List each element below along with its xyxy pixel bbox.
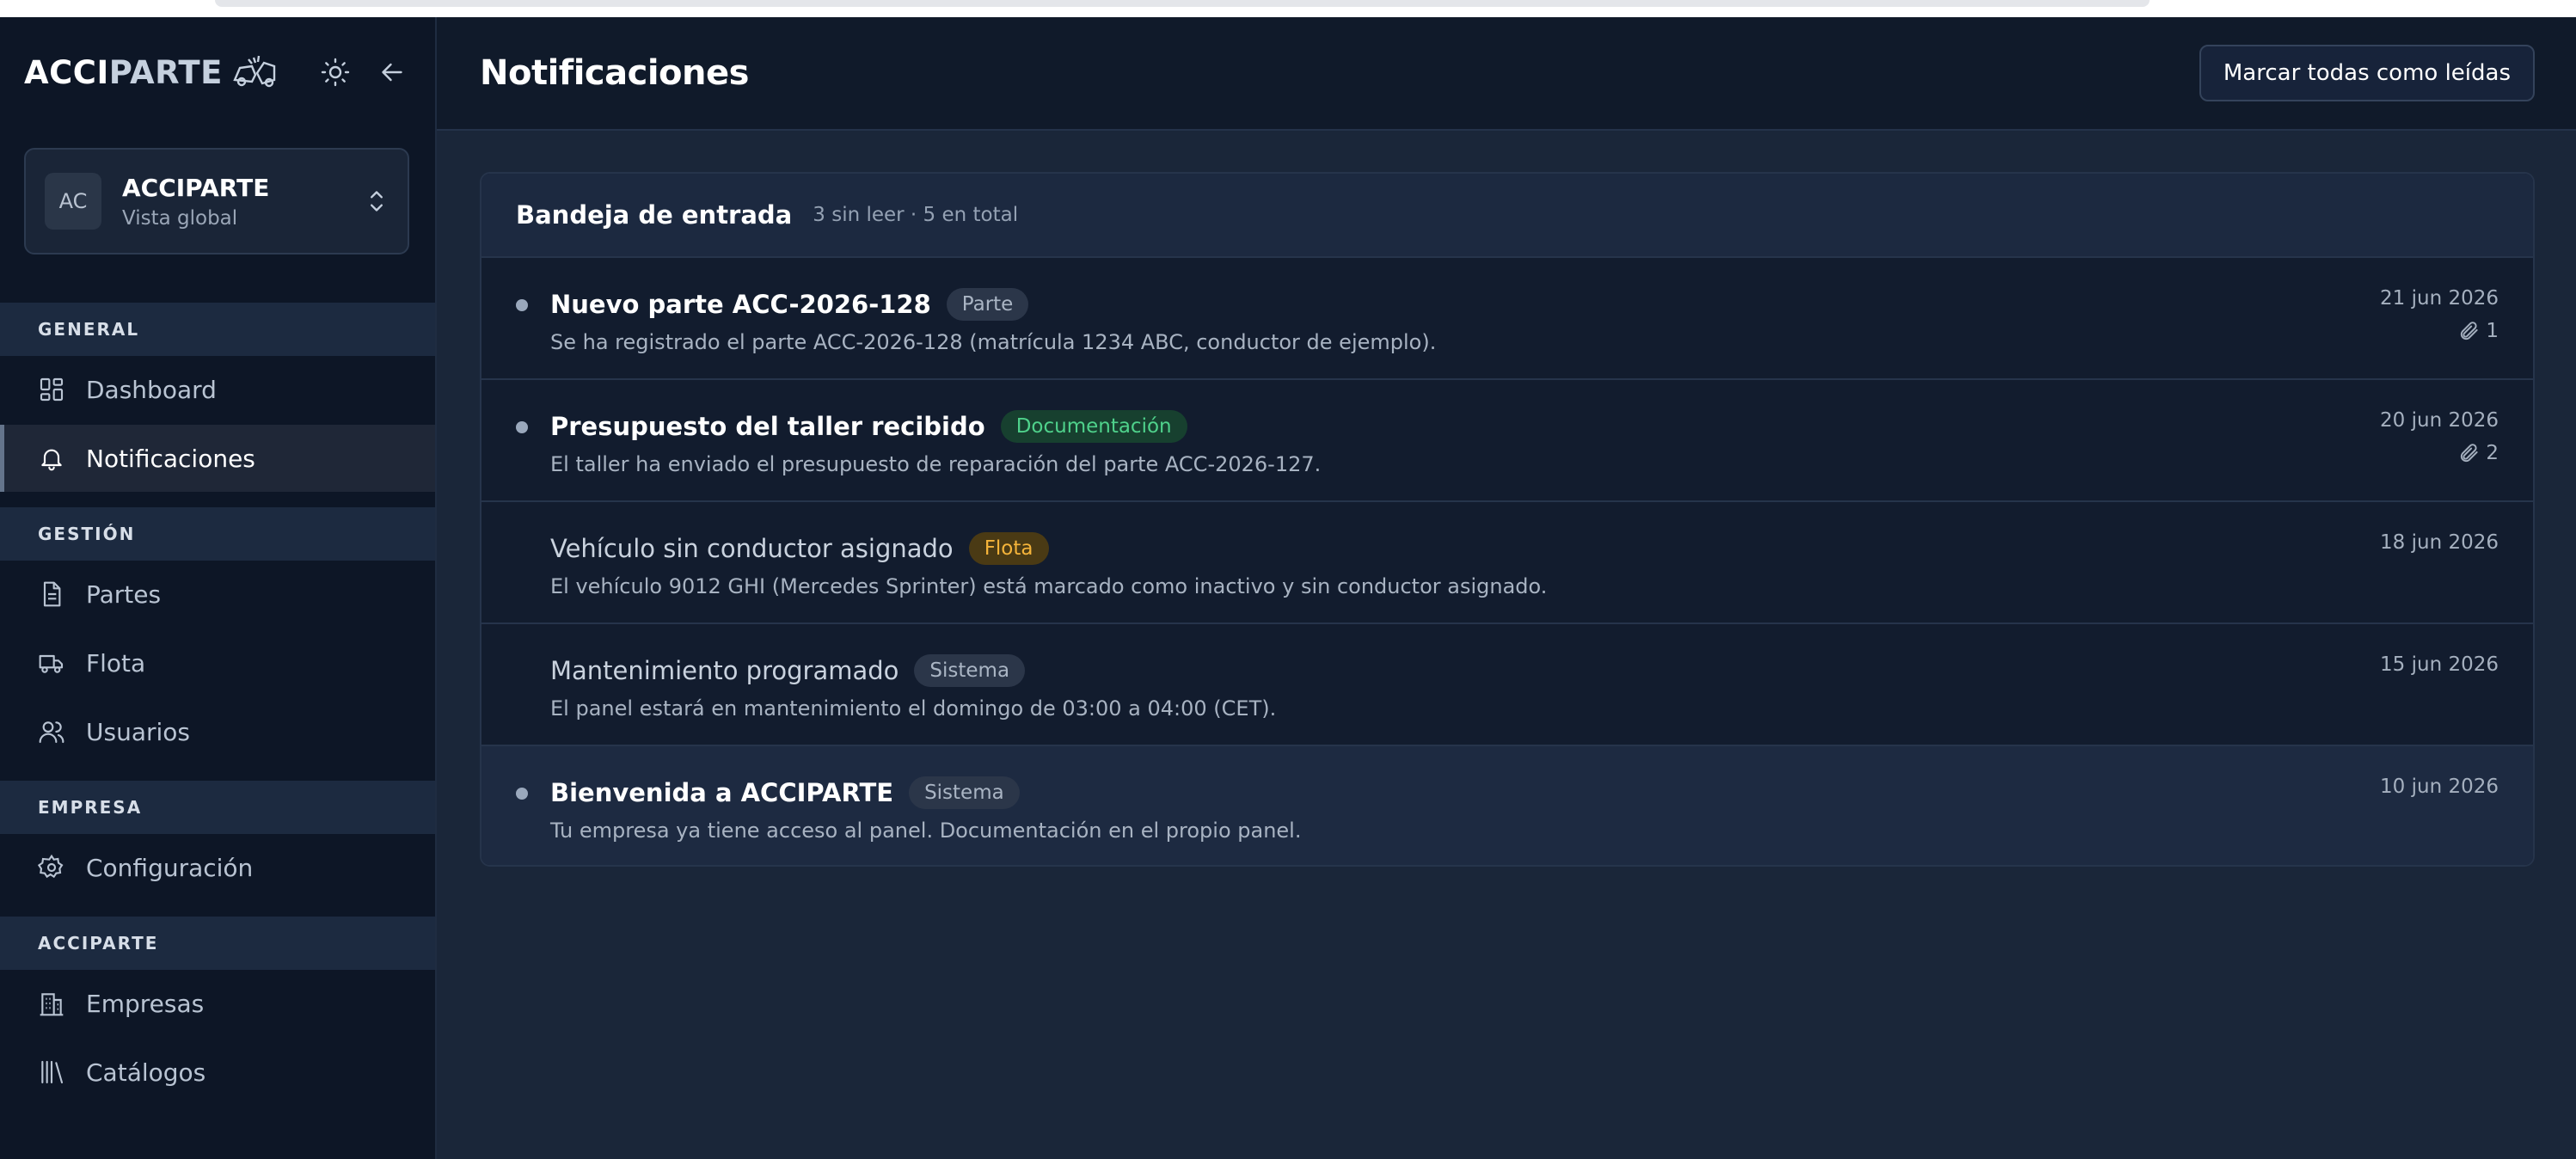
notification-description: El panel estará en mantenimiento el domi… [550,696,1277,721]
section-label-acciparte: ACCIPARTE [0,917,435,970]
notification-description: Tu empresa ya tiene acceso al panel. Doc… [550,819,1302,843]
truck-icon [39,654,64,673]
org-info: ACCIPARTE Vista global [122,174,365,230]
building-icon [40,993,64,1016]
main-content: Notificaciones Marcar todas como leídas … [437,17,2576,1159]
notification-title: Mantenimiento programado [550,656,899,685]
browser-address-strip [215,0,2150,7]
unread-dot [516,788,528,800]
brand-logo[interactable]: ACCI PARTE [24,54,278,91]
notification-item[interactable]: Mantenimiento programado Sistema El pane… [481,624,2533,746]
car-crash-icon [233,55,276,88]
sidebar-item-configuracion[interactable]: Configuración [0,834,435,901]
unread-dot [516,299,528,311]
sidebar: ACCI PARTE AC ACCIPARTE Vista global GEN… [0,17,437,1159]
sidebar-item-label: Flota [86,648,146,678]
sidebar-item-notificaciones[interactable]: Notificaciones [0,425,435,492]
browser-top-strip [0,0,2576,17]
notification-date: 18 jun 2026 [2380,531,2499,554]
sidebar-item-label: Dashboard [86,375,217,404]
sidebar-item-label: Configuración [86,853,254,882]
notification-date: 20 jun 2026 [2380,409,2499,432]
attachment-count-value: 2 [2486,442,2499,464]
dashboard-icon [40,377,64,402]
notification-title: Presupuesto del taller recibido [550,412,985,441]
category-badge: Parte [946,288,1029,321]
unread-dot [516,421,528,433]
attachment-count: 2 [2380,442,2499,464]
sidebar-item-label: Empresas [86,989,205,1018]
sidebar-item-flota[interactable]: Flota [0,629,435,696]
attachment-count: 1 [2380,320,2499,342]
org-name: ACCIPARTE [122,173,270,202]
notification-description: Se ha registrado el parte ACC-2026-128 (… [550,330,1437,354]
logo-text-part1: ACCI [24,53,109,91]
theme-toggle-button[interactable] [316,53,354,91]
app-shell: ACCI PARTE AC ACCIPARTE Vista global GEN… [0,17,2576,1159]
chevron-up-down-icon [371,191,383,212]
logo-text-part2: PARTE [108,53,223,91]
inbox-panel: Bandeja de entrada 3 sin leer · 5 en tot… [480,172,2535,867]
notification-date: 15 jun 2026 [2380,653,2499,676]
collapse-sidebar-button[interactable] [373,53,411,91]
inbox-title: Bandeja de entrada [516,200,793,230]
category-badge: Flota [968,532,1049,565]
notification-title: Vehículo sin conductor asignado [550,534,954,563]
section-label-general: GENERAL [0,303,435,356]
notification-description: El taller ha enviado el presupuesto de r… [550,452,1322,476]
sidebar-item-dashboard[interactable]: Dashboard [0,356,435,423]
sun-icon [321,58,350,87]
notification-date: 10 jun 2026 [2380,776,2499,798]
sidebar-item-label: Catálogos [86,1058,206,1087]
document-icon [43,581,61,607]
notification-title: Nuevo parte ACC-2026-128 [550,290,931,319]
notification-item[interactable]: Vehículo sin conductor asignado Flota El… [481,502,2533,624]
category-badge: Documentación [1000,410,1187,443]
notification-date: 21 jun 2026 [2380,287,2499,310]
category-badge: Sistema [909,776,1020,809]
organization-switcher[interactable]: AC ACCIPARTE Vista global [24,148,409,254]
gear-icon [38,854,64,879]
inbox-header: Bandeja de entrada 3 sin leer · 5 en tot… [481,174,2533,258]
sidebar-item-empresas[interactable]: Empresas [0,970,435,1037]
section-label-gestion: GESTIÓN [0,507,435,561]
inbox-count: 3 sin leer · 5 en total [813,204,1019,226]
sidebar-item-partes[interactable]: Partes [0,561,435,628]
org-avatar: AC [45,173,101,230]
library-icon [41,1060,64,1084]
paperclip-icon [2461,444,2479,463]
sidebar-item-usuarios[interactable]: Usuarios [0,698,435,765]
notification-description: El vehículo 9012 GHI (Mercedes Sprinter)… [550,574,1548,598]
sidebar-item-catalogos[interactable]: Catálogos [0,1039,435,1106]
sidebar-header: ACCI PARTE [0,17,435,127]
org-subtitle: Vista global [122,206,238,230]
sidebar-item-label: Usuarios [86,717,190,746]
notification-item[interactable]: Presupuesto del taller recibido Document… [481,380,2533,502]
page-title: Notificaciones [480,53,749,93]
notification-title: Bienvenida a ACCIPARTE [550,778,894,807]
attachment-count-value: 1 [2486,320,2499,342]
paperclip-icon [2461,322,2479,340]
notification-item[interactable]: Bienvenida a ACCIPARTE Sistema Tu empres… [481,746,2533,865]
mark-all-read-button[interactable]: Marcar todas como leídas [2199,45,2535,101]
sidebar-item-label: Partes [86,580,162,609]
page-header: Notificaciones Marcar todas como leídas [437,17,2576,131]
category-badge: Sistema [914,654,1026,687]
arrow-left-icon [382,63,402,82]
notification-item[interactable]: Nuevo parte ACC-2026-128 Parte Se ha reg… [481,258,2533,380]
bell-icon [41,449,62,471]
sidebar-item-label: Notificaciones [86,444,255,473]
users-icon [39,721,64,744]
section-label-empresa: EMPRESA [0,781,435,834]
